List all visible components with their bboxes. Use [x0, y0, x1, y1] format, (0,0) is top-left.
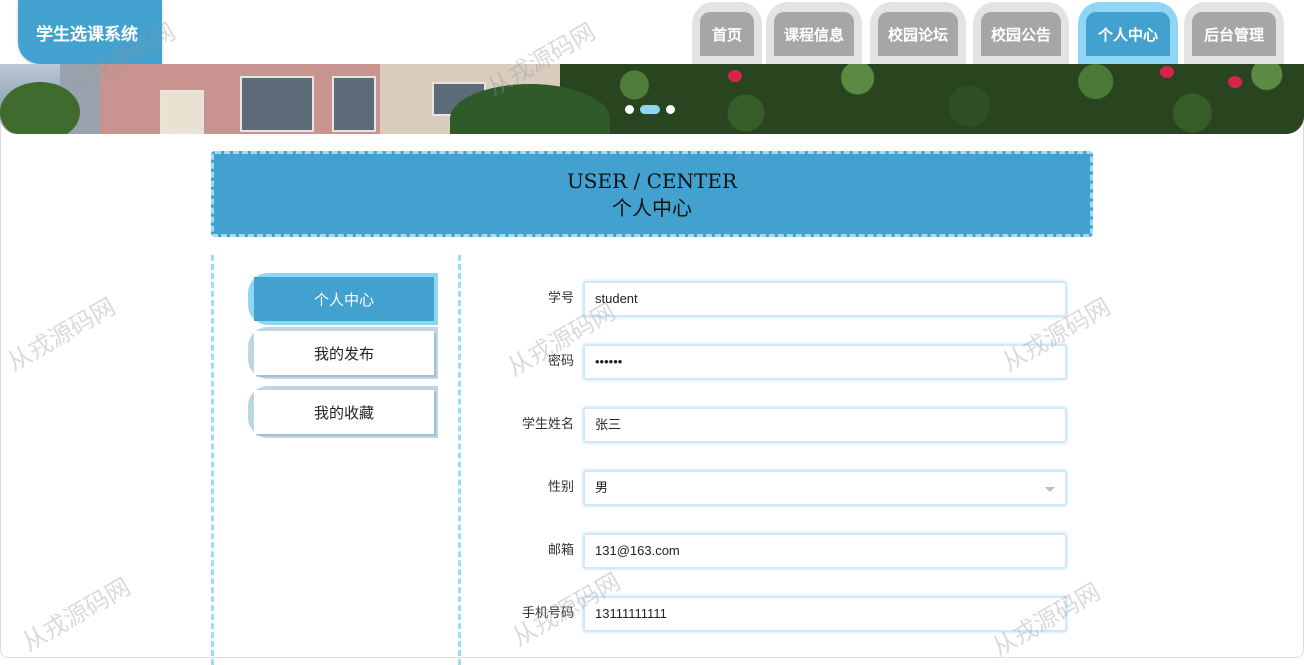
- phone-input[interactable]: 13111111111: [583, 596, 1067, 632]
- header: 学生选课系统 首页 课程信息 校园论坛 校园公告 个人中心 后台管理: [0, 0, 1304, 64]
- email-input[interactable]: 131@163.com: [583, 533, 1067, 569]
- banner-window: [240, 76, 314, 132]
- carousel-indicators: [625, 105, 675, 114]
- sidebar-item-label: 我的收藏: [254, 390, 434, 434]
- sidebar-item-label: 个人中心: [254, 277, 434, 321]
- nav-admin[interactable]: 后台管理: [1184, 2, 1284, 64]
- sidebar-item-my-posts[interactable]: 我的发布: [248, 327, 438, 379]
- form-row-email: 邮箱 131@163.com: [490, 533, 1070, 571]
- gender-label: 性别: [547, 480, 574, 495]
- nav-admin-label: 后台管理: [1192, 12, 1276, 56]
- nav-announcements[interactable]: 校园公告: [973, 2, 1069, 64]
- form-row-phone: 手机号码 13111111111: [490, 596, 1070, 634]
- password-input[interactable]: ••••••: [583, 344, 1067, 380]
- banner-foliage: [560, 64, 1304, 134]
- email-label: 邮箱: [547, 543, 574, 558]
- phone-label: 手机号码: [521, 606, 574, 621]
- nav-announcements-label: 校园公告: [981, 12, 1061, 56]
- banner-tree: [0, 82, 80, 134]
- nav-forum[interactable]: 校园论坛: [870, 2, 966, 64]
- banner-flower: [1160, 66, 1174, 78]
- nav-home-label: 首页: [700, 12, 754, 56]
- name-input[interactable]: 张三: [583, 407, 1067, 443]
- banner-window: [332, 76, 376, 132]
- password-label: 密码: [547, 354, 574, 369]
- sidebar-item-label: 我的发布: [254, 331, 434, 375]
- banner-carousel[interactable]: [0, 64, 1304, 134]
- chevron-down-icon: [1045, 487, 1055, 492]
- form-row-password: 密码 ••••••: [490, 344, 1070, 382]
- form-row-name: 学生姓名 张三: [490, 407, 1070, 445]
- sidebar-item-my-favorites[interactable]: 我的收藏: [248, 386, 438, 438]
- form-row-student-id: 学号 student: [490, 281, 1070, 319]
- name-label: 学生姓名: [521, 417, 574, 432]
- site-logo[interactable]: 学生选课系统: [18, 0, 162, 64]
- carousel-dot-active[interactable]: [640, 105, 660, 114]
- nav-personal-center-label: 个人中心: [1086, 12, 1170, 56]
- nav-personal-center[interactable]: 个人中心: [1078, 2, 1178, 64]
- gender-select[interactable]: 男: [583, 470, 1067, 506]
- student-id-label: 学号: [547, 291, 574, 306]
- nav-courses-label: 课程信息: [774, 12, 854, 56]
- banner-flower: [1228, 76, 1242, 88]
- banner-flower: [728, 70, 742, 82]
- form-row-gender: 性别 男: [490, 470, 1070, 508]
- student-id-input[interactable]: student: [583, 281, 1067, 317]
- section-title-cn: 个人中心: [612, 196, 692, 220]
- section-title-en: USER / CENTER: [566, 169, 738, 193]
- banner-door: [160, 90, 204, 134]
- carousel-dot[interactable]: [625, 105, 634, 114]
- sidebar: 个人中心 我的发布 我的收藏: [211, 255, 461, 665]
- nav-home[interactable]: 首页: [692, 2, 762, 64]
- sidebar-item-personal-center[interactable]: 个人中心: [248, 273, 438, 325]
- nav-courses[interactable]: 课程信息: [766, 2, 862, 64]
- nav-forum-label: 校园论坛: [878, 12, 958, 56]
- gender-select-value: 男: [595, 480, 609, 495]
- carousel-dot[interactable]: [666, 105, 675, 114]
- section-title: USER / CENTER 个人中心: [211, 151, 1093, 237]
